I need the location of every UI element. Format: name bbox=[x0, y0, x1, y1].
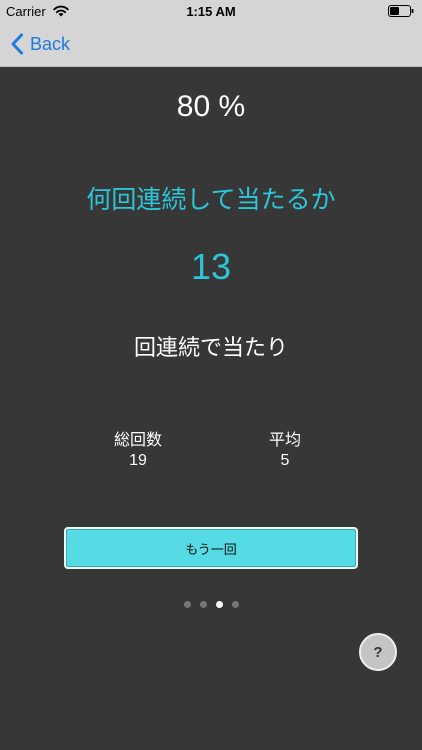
average-stat: 平均 5 bbox=[235, 426, 335, 470]
page-dot[interactable] bbox=[199, 601, 207, 608]
back-label: Back bbox=[30, 33, 71, 54]
probability-percentage: 80 % bbox=[176, 90, 246, 123]
help-button[interactable]: ? bbox=[359, 633, 397, 671]
back-button[interactable]: Back bbox=[10, 31, 70, 57]
status-time: 1:15 AM bbox=[186, 4, 236, 19]
battery-icon bbox=[388, 5, 414, 17]
result-caption: 回連続で当たり bbox=[133, 336, 288, 361]
retry-button[interactable]: もう一回 bbox=[64, 527, 358, 569]
total-count-label: 総回数 bbox=[113, 430, 162, 449]
average-value: 5 bbox=[280, 452, 290, 469]
total-count-stat: 総回数 19 bbox=[88, 426, 188, 470]
total-count-value: 19 bbox=[129, 452, 147, 469]
page-control[interactable] bbox=[0, 601, 422, 608]
page-dot[interactable] bbox=[183, 601, 191, 608]
navigation-bar: Back bbox=[0, 22, 422, 67]
status-bar: Carrier 1:15 AM bbox=[0, 0, 422, 22]
page-dot[interactable] bbox=[215, 601, 223, 608]
page-dot[interactable] bbox=[231, 601, 239, 608]
chevron-left-icon bbox=[11, 33, 23, 55]
average-label: 平均 bbox=[268, 430, 301, 449]
question-text: 何回連続して当たるか bbox=[86, 185, 336, 214]
consecutive-count: 13 bbox=[190, 246, 232, 287]
